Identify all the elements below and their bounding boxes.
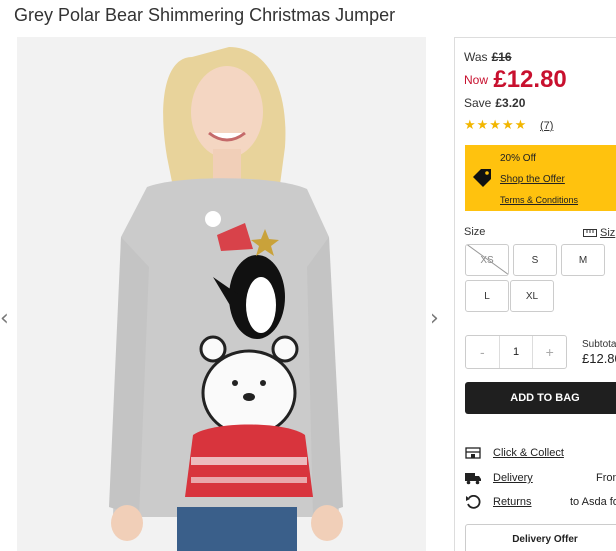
now-price-row: Now £12.80 (464, 66, 567, 94)
subtotal-value: £12.80 (582, 351, 616, 366)
size-guide-link[interactable]: Siz (583, 227, 615, 239)
click-collect-link[interactable]: Click & Collect (493, 447, 564, 459)
delivery-offer-button[interactable]: Delivery Offer (465, 524, 616, 551)
save-row: Save £3.20 (464, 96, 525, 110)
return-arrow-icon (466, 495, 481, 509)
size-option-xs[interactable]: XS (465, 244, 509, 276)
ruler-icon (583, 229, 597, 238)
size-option-s[interactable]: S (513, 244, 557, 276)
was-label: Was (464, 50, 488, 64)
quantity-increase-button[interactable]: + (533, 336, 566, 368)
chevron-right-icon[interactable]: › (430, 308, 439, 330)
returns-link[interactable]: Returns (493, 496, 532, 508)
subtotal-label: Subtota (582, 339, 616, 350)
delivery-note: Fron (596, 472, 616, 484)
was-price: £16 (491, 50, 512, 64)
star-rating: ★★★★★ (464, 118, 528, 133)
jumper-model-illustration (17, 37, 426, 551)
returns-note: to Asda fo (570, 496, 616, 508)
chevron-left-icon[interactable]: ‹ (0, 308, 9, 330)
save-label: Save (464, 96, 492, 110)
size-option-xl[interactable]: XL (510, 280, 554, 312)
product-image[interactable] (17, 37, 426, 551)
quantity-decrease-button[interactable]: - (466, 336, 499, 368)
now-label: Now (464, 73, 489, 87)
size-option-l[interactable]: L (465, 280, 509, 312)
was-price-row: Was £16 (464, 50, 512, 64)
truck-icon (465, 473, 481, 485)
quantity-input[interactable]: 1 (498, 336, 534, 368)
add-to-bag-button[interactable]: ADD TO BAG (465, 382, 616, 414)
offer-percent: 20% Off (500, 153, 536, 164)
tag-icon (473, 169, 491, 187)
product-title: Grey Polar Bear Shimmering Christmas Jum… (14, 5, 396, 25)
reviews-link[interactable]: (7) (540, 120, 553, 132)
quantity-stepper: - 1 + (465, 335, 567, 369)
save-amount: £3.20 (495, 96, 526, 110)
store-icon (465, 447, 481, 459)
offer-banner: 20% Off Shop the Offer Terms & Condition… (465, 145, 616, 211)
size-option-m[interactable]: M (561, 244, 605, 276)
shop-offer-link[interactable]: Shop the Offer (500, 174, 565, 185)
terms-link[interactable]: Terms & Conditions (500, 195, 578, 205)
size-label: Size (464, 226, 486, 238)
now-price: £12.80 (493, 66, 567, 93)
delivery-link[interactable]: Delivery (493, 472, 533, 484)
